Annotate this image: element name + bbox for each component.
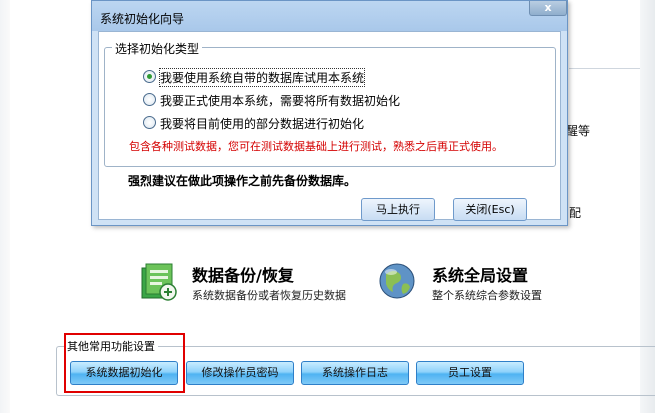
option-description: 包含各种测试数据，您可在测试数据基础上进行测试，熟悉之后再正式使用。 [129, 140, 503, 153]
radio-button[interactable] [143, 93, 156, 106]
execute-now-button[interactable]: 马上执行 [361, 198, 435, 221]
radio-button[interactable] [143, 70, 156, 83]
backup-restore-title: 数据备份/恢复 [192, 266, 294, 285]
close-esc-button[interactable]: 关闭(Esc) [453, 198, 527, 221]
init-type-label: 选择初始化类型 [112, 40, 203, 57]
dialog-titlebar[interactable]: 系统初始化向导 x [92, 1, 567, 31]
system-operation-log-button[interactable]: 系统操作日志 [301, 361, 409, 385]
change-operator-password-button[interactable]: 修改操作员密码 [186, 361, 294, 385]
global-settings-title: 系统全局设置 [432, 266, 529, 285]
option-label: 我要正式使用本系统，需要将所有数据初始化 [160, 94, 401, 108]
backup-restore-card[interactable]: 数据备份/恢复 系统数据备份或者恢复历史数据 [136, 260, 366, 308]
option-label: 我要将目前使用的部分数据进行初始化 [160, 117, 365, 131]
global-settings-card[interactable]: 系统全局设置 整个系统综合参数设置 [376, 260, 606, 308]
backup-restore-desc: 系统数据备份或者恢复历史数据 [192, 289, 346, 302]
backup-icon [141, 263, 177, 301]
backup-warning: 强烈建议在做此项操作之前先备份数据库。 [128, 174, 357, 188]
system-init-wizard-dialog: 系统初始化向导 x 选择初始化类型 我要使用系统自带的数据库试用本系统 我要正式… [91, 0, 568, 226]
background-stub-text: 配 [569, 206, 582, 220]
option-label: 我要使用系统自带的数据库试用本系统 [158, 68, 366, 87]
dialog-body: 选择初始化类型 我要使用系统自带的数据库试用本系统 我要正式使用本系统，需要将所… [98, 31, 561, 221]
background-divider [569, 68, 640, 69]
global-settings-desc: 整个系统综合参数设置 [432, 289, 542, 302]
radio-button[interactable] [143, 116, 156, 129]
window-left-edge [0, 0, 10, 413]
background-stub-text: 醒等 [566, 124, 591, 138]
globe-icon [379, 263, 415, 299]
close-icon[interactable]: x [529, 1, 567, 16]
employee-settings-button[interactable]: 员工设置 [416, 361, 524, 385]
highlight-box [64, 333, 185, 393]
dialog-title: 系统初始化向导 [100, 12, 185, 26]
